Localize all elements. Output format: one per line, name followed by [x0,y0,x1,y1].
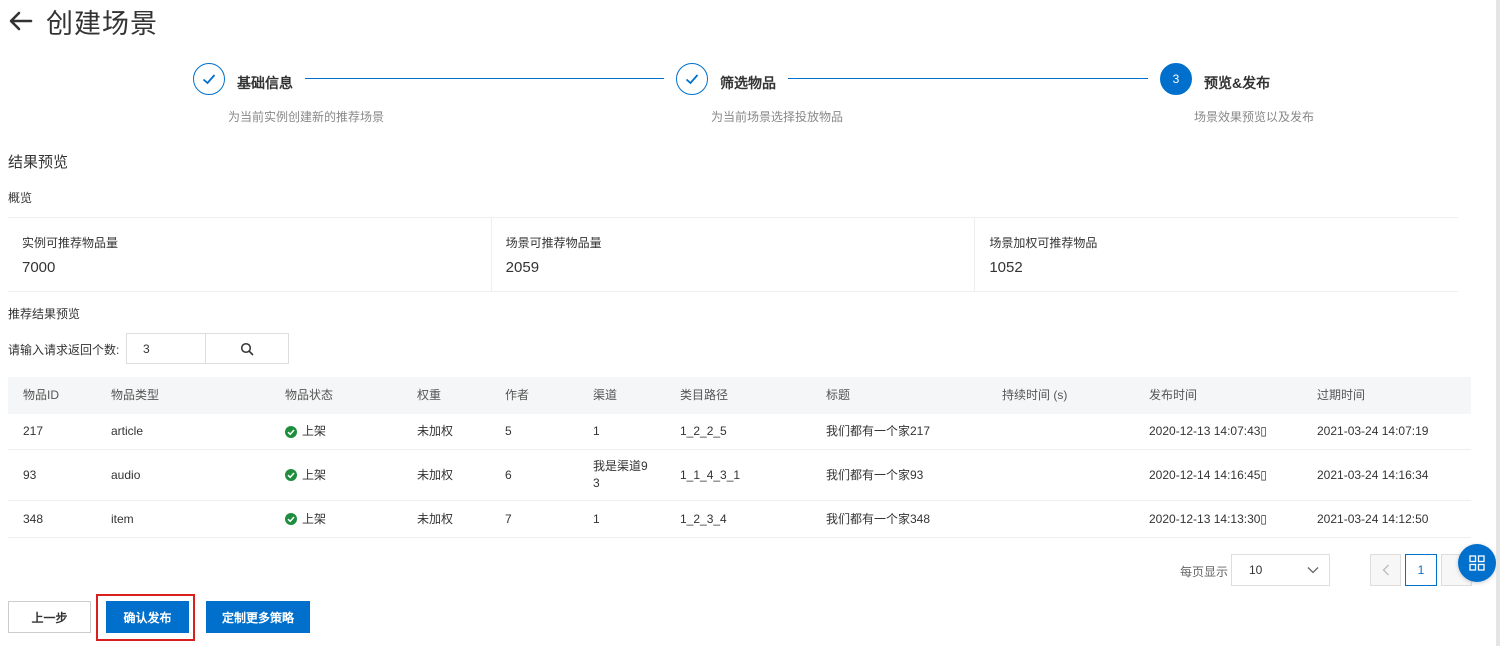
step-1-check-icon [193,63,225,95]
page-size-label: 每页显示 [1180,565,1229,579]
cell-publish-time: 2020-12-13 14:13:30▯ [1149,511,1268,526]
step-2-check-icon [676,63,708,95]
check-circle-icon [285,469,297,481]
col-header: 物品类型 [111,388,160,402]
cell-expire-time: 2021-03-24 14:16:34 [1317,467,1429,482]
chevron-down-icon [1307,567,1319,574]
cell-channel: 我是渠道9 3 [593,459,648,490]
check-circle-icon [285,513,297,525]
cell-id: 93 [23,467,37,482]
col-header: 持续时间 (s) [1002,388,1068,402]
cell-id: 217 [23,424,44,438]
page-number-button[interactable]: 1 [1405,554,1437,586]
cell-status: 上架 [270,511,402,528]
cell-category: 1_2_2_5 [680,424,727,438]
cell-weight: 未加权 [417,511,454,526]
cell-id: 348 [23,511,44,526]
results-table: 物品ID 物品类型 物品状态 权重 作者 渠道 类目路径 标题 持续时间 (s)… [8,377,1471,538]
cell-type: audio [111,467,141,482]
cell-channel: 1 [593,424,600,438]
cell-title: 我们都有一个家93 [826,467,924,482]
chevron-left-icon [1382,564,1389,576]
back-arrow-icon[interactable] [8,8,34,34]
cell-expire-time: 2021-03-24 14:12:50 [1317,511,1429,526]
step-3-desc: 场景效果预览以及发布 [1194,110,1315,124]
step-2-desc: 为当前场景选择投放物品 [711,110,844,124]
apps-grid-button[interactable] [1458,544,1496,582]
col-header: 发布时间 [1149,388,1198,402]
prev-page-button[interactable] [1370,554,1401,586]
step-3-title: 预览&发布 [1204,75,1271,91]
page-title: 创建场景 [46,9,158,39]
stat-card: 场景可推荐物品量 2059 [492,218,976,291]
stat-value: 7000 [22,259,56,276]
stat-card: 实例可推荐物品量 7000 [8,218,492,291]
cell-type: item [111,511,134,526]
stat-label: 场景可推荐物品量 [505,236,602,250]
customize-strategy-button[interactable]: 定制更多策略 [206,601,310,633]
overview-label: 概览 [8,191,33,205]
cell-category: 1_1_4_3_1 [680,467,741,482]
status-text: 上架 [302,511,327,526]
check-circle-icon [285,425,297,438]
stat-value: 1052 [989,259,1023,276]
table-header: 物品ID 物品类型 物品状态 权重 作者 渠道 类目路径 标题 持续时间 (s)… [8,377,1471,414]
col-header: 物品状态 [285,388,334,402]
vertical-scrollbar[interactable] [1496,0,1500,646]
page-size-select[interactable]: 10 [1231,554,1330,586]
cell-publish-time: 2020-12-14 14:16:45▯ [1149,467,1268,482]
step-connector-1 [305,78,664,79]
col-header: 过期时间 [1317,388,1366,402]
cell-author: 6 [505,467,512,482]
cell-author: 7 [505,511,512,526]
cell-expire-time: 2021-03-24 14:07:19 [1317,424,1429,438]
cell-channel: 1 [593,511,600,526]
cell-status: 上架 [270,423,402,440]
cell-weight: 未加权 [417,424,454,438]
cell-publish-time: 2020-12-13 14:07:43▯ [1149,424,1268,438]
search-button[interactable] [205,333,289,364]
status-text: 上架 [302,467,327,482]
step-2-title: 筛选物品 [720,75,776,91]
col-header: 物品ID [23,388,60,402]
table-row: 348 item 上架 未加权 7 1 1_2_3_4 我们都有一个家348 2… [8,501,1471,538]
stat-label: 场景加权可推荐物品 [989,236,1098,250]
request-count-label: 请输入请求返回个数: [8,343,120,357]
col-header: 权重 [417,388,442,402]
overview-stats: 实例可推荐物品量 7000 场景可推荐物品量 2059 场景加权可推荐物品 10… [8,217,1458,292]
cell-author: 5 [505,424,512,438]
col-header: 渠道 [593,388,618,402]
cell-weight: 未加权 [417,467,454,482]
request-count-input[interactable] [126,333,206,364]
cell-title: 我们都有一个家348 [826,511,931,526]
search-icon [240,342,254,355]
col-header: 作者 [505,388,530,402]
col-header: 类目路径 [680,388,729,402]
grid-icon [1469,555,1485,571]
section-title: 结果预览 [8,154,69,171]
previous-step-button[interactable]: 上一步 [8,601,91,633]
step-1-desc: 为当前实例创建新的推荐场景 [228,110,385,124]
step-connector-2 [788,78,1148,79]
cell-type: article [111,424,144,438]
stat-label: 实例可推荐物品量 [22,236,119,250]
confirm-publish-button[interactable]: 确认发布 [106,601,189,633]
step-3-number: 3 [1160,63,1192,95]
col-header: 标题 [826,388,851,402]
page-size-value: 10 [1249,563,1263,577]
status-text: 上架 [302,424,327,438]
table-row: 217 article 上架 未加权 5 1 1_2_2_5 我们都有一个家21… [8,414,1471,450]
cell-category: 1_2_3_4 [680,511,727,526]
cell-title: 我们都有一个家217 [826,424,931,438]
recommend-preview-title: 推荐结果预览 [8,307,81,321]
stat-card: 场景加权可推荐物品 1052 [975,218,1458,291]
table-row: 93 audio 上架 未加权 6 我是渠道9 3 1_1_4_3_1 我们都有… [8,450,1471,501]
step-1-title: 基础信息 [237,75,293,91]
stat-value: 2059 [505,259,540,276]
cell-status: 上架 [270,467,402,484]
